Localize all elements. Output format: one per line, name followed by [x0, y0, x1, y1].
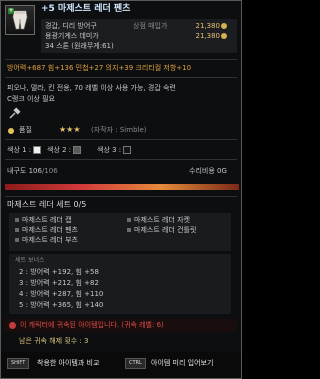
repair-hammer-icon — [7, 107, 21, 123]
durability-bar — [5, 184, 239, 190]
compare-hint: 착용한 아이템과 비교 — [37, 359, 100, 367]
repair-cost: 수리비용 0G — [189, 167, 227, 175]
durability: 내구도 106/106 — [7, 167, 58, 175]
item-tooltip: + +5 마제스트 레더 펜츠 경갑, 디리 방어구 상점 매입가 21,380… — [0, 0, 242, 379]
set-bonus-line: 2 : 방어력 +192, 힘 +58 — [19, 268, 99, 276]
quality-icon — [7, 127, 15, 137]
set-bonus-title: 세트 보너스 — [15, 257, 45, 264]
warning-icon — [9, 322, 16, 329]
item-stats: 방어력+687 힘+136 민첩+27 의지+39 크리티컬 저항+10 — [7, 64, 192, 72]
bind-warning: 이 캐릭터에 귀속된 아이템입니다. (귀속 레벨: 6) — [5, 319, 237, 332]
maker-name: (자작자 : Simble) — [91, 126, 147, 134]
shift-key: SHIFT — [7, 358, 30, 369]
set-item: 마제스트 레더 캡 — [15, 217, 72, 224]
color-swatch — [73, 146, 82, 154]
divider — [5, 196, 237, 197]
color-1: 색상 1 : — [7, 146, 42, 154]
item-type: 경갑, 디리 방어구 — [45, 22, 97, 30]
repair-label: 용광기계스 데미가 — [45, 32, 99, 40]
repair-value: 21,380 — [196, 33, 227, 40]
item-icon: + — [5, 5, 35, 35]
divider — [5, 77, 237, 78]
item-description-1: 피오나, 델라, 킨 전용, 70 레벨 이상 사용 가능, 경갑 숙련 — [7, 84, 176, 92]
shop-price-value: 21,380 — [196, 23, 227, 30]
color-2: 색상 2 : — [47, 146, 82, 154]
set-item: 마제스트 레더 건틀릿 — [127, 227, 196, 234]
set-item: 마제스트 레더 부츠 — [15, 237, 78, 244]
gold-coin-icon — [221, 23, 227, 29]
quality-label: 품질 — [19, 126, 32, 134]
color-swatch — [33, 146, 42, 154]
color-swatch — [123, 146, 132, 154]
durability-fill — [5, 184, 239, 190]
divider — [5, 139, 237, 140]
key-hint-bar: SHIFT 착용한 아이템과 비교 CTRL 아이템 미리 입어보기 — [1, 352, 241, 378]
enchant-badge: + — [8, 7, 14, 14]
set-item: 마제스트 레더 펜츠 — [15, 227, 78, 234]
set-bonus-line: 3 : 방어력 +212, 힘 +82 — [19, 279, 99, 287]
bind-warning-text: 이 캐릭터에 귀속된 아이템입니다. (귀속 레벨: 6) — [20, 321, 164, 329]
set-items-box: 마제스트 레더 캡 마제스트 레더 자켓 마제스트 레더 펜츠 마제스트 레더 … — [9, 213, 231, 251]
set-bonus-box: 세트 보너스 2 : 방어력 +192, 힘 +58 3 : 방어력 +212,… — [9, 254, 231, 314]
gold-coin-icon — [221, 33, 227, 39]
set-bonus-line: 4 : 방어력 +287, 힘 +110 — [19, 290, 104, 298]
preview-hint: 아이템 미리 입어보기 — [151, 359, 214, 367]
item-description-2: C랭크 이상 필요 — [7, 95, 55, 103]
ctrl-key: CTRL — [125, 358, 146, 369]
unbind-count: 남은 귀속 해제 횟수 : 3 — [19, 337, 89, 345]
color-3: 색상 3 : — [97, 146, 132, 154]
item-info-box: 경갑, 디리 방어구 상점 매입가 21,380 용광기계스 데미가 21,38… — [41, 19, 237, 53]
divider — [5, 159, 237, 160]
divider — [5, 59, 237, 60]
shop-price-label: 상점 매입가 — [133, 22, 168, 30]
item-title: +5 마제스트 레더 펜츠 — [41, 4, 131, 14]
set-bonus-line: 5 : 방어력 +365, 힘 +140 — [19, 301, 104, 309]
set-item: 마제스트 레더 자켓 — [127, 217, 190, 224]
quality-stars: ★★★ — [59, 125, 81, 134]
set-title: 마제스트 레더 세트 0/5 — [7, 200, 87, 209]
item-weight: 34 스톤 (원래무게:61) — [45, 42, 114, 50]
